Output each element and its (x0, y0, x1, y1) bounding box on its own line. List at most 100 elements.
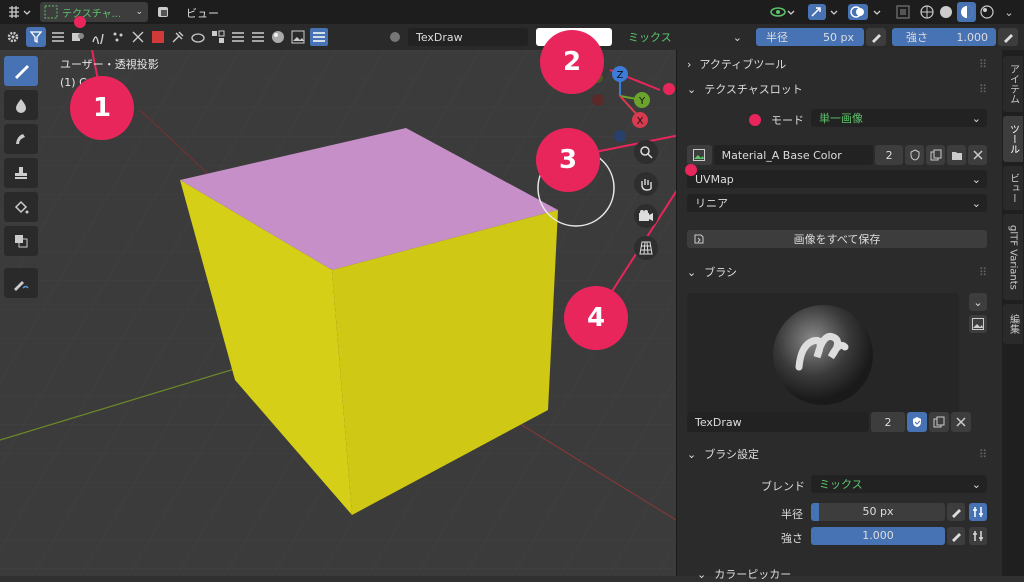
image-browse-icon[interactable] (687, 145, 712, 165)
mask-tool-icon[interactable] (4, 226, 38, 256)
marker-badge-2: 2 (540, 30, 604, 94)
image-users-count[interactable]: 2 (874, 145, 904, 165)
radius-unit-icon[interactable] (969, 503, 987, 521)
brush-image-icon[interactable] (969, 315, 987, 333)
fake-user-shield-icon[interactable] (905, 145, 925, 165)
tab-gltf-variants[interactable]: glTF Variants (1003, 214, 1023, 300)
camera-icon[interactable] (634, 204, 658, 228)
section-active-tool[interactable]: › アクティブツール ⠿ (687, 56, 987, 72)
editor-type-icon[interactable] (4, 3, 34, 21)
visibility-eye-icon[interactable] (768, 3, 798, 21)
filter-icon[interactable] (26, 27, 46, 47)
xray-toggle-icon[interactable] (894, 3, 912, 21)
stroke-icon[interactable] (90, 30, 106, 44)
strength-pen-icon[interactable] (947, 527, 965, 545)
overlay-toggle-icon[interactable] (846, 3, 886, 21)
brush-fake-user-shield-icon[interactable] (907, 412, 927, 432)
section-texture-slots[interactable]: ⌄ テクスチャスロット ⠿ (687, 81, 987, 97)
toggle-view-icon[interactable] (154, 3, 172, 21)
radius-pen-icon[interactable] (947, 503, 965, 521)
annotate-icon[interactable] (4, 268, 38, 298)
menu-lines-icon[interactable] (310, 28, 328, 46)
material-shading-icon[interactable] (957, 2, 977, 22)
clone-stamp-icon[interactable] (4, 158, 38, 188)
drag-handle-icon[interactable]: ⠿ (979, 448, 987, 461)
options-icon[interactable] (210, 30, 226, 44)
mode-dropdown[interactable]: 単一画像 ⌄ (811, 109, 987, 127)
mode-label: テクスチャ... (62, 8, 122, 20)
mode-dropdown[interactable]: テクスチャ... ⌄ (40, 2, 148, 22)
drag-handle-icon[interactable]: ⠿ (979, 266, 987, 279)
brush-close-icon[interactable] (951, 412, 971, 432)
tab-edit[interactable]: 編集 (1003, 304, 1023, 344)
brush-users-count[interactable]: 2 (871, 412, 905, 432)
uv-map-dropdown[interactable]: UVMap ⌄ (687, 170, 987, 188)
marker-dot-3 (749, 114, 761, 126)
brush-preview-chevron-icon[interactable]: ⌄ (969, 293, 987, 311)
shading-options-chevron-icon[interactable]: ⌄ (1000, 3, 1018, 21)
rendered-shading-icon[interactable] (978, 2, 996, 22)
close-icon[interactable] (968, 145, 987, 165)
tools-icon[interactable] (170, 30, 186, 44)
brush-name-field[interactable]: TexDraw (687, 412, 869, 432)
grid-perspective-icon[interactable] (634, 236, 658, 260)
gizmo-y-label: Y (638, 96, 646, 107)
color-swatch-icon[interactable] (150, 30, 166, 44)
gizmo-toggle-icon[interactable] (806, 3, 840, 21)
strength-pen-icon[interactable] (998, 28, 1018, 46)
interpolation-dropdown[interactable]: リニア ⌄ (687, 194, 987, 212)
list-icon[interactable] (50, 31, 66, 43)
brush-preview-icon[interactable] (384, 28, 406, 46)
strength-unit-icon[interactable] (969, 527, 987, 545)
brush-name-field[interactable]: TexDraw (408, 28, 528, 46)
draw-brush-icon[interactable] (4, 56, 38, 86)
left-toolbar (0, 50, 42, 310)
image-icon[interactable] (290, 30, 306, 44)
soften-drop-icon[interactable] (4, 90, 38, 120)
zoom-icon[interactable] (634, 140, 658, 164)
tab-tool[interactable]: ツール (1003, 116, 1023, 162)
tab-item[interactable]: アイテム (1003, 56, 1023, 112)
chevron-down-icon: ⌄ (687, 82, 697, 96)
brush-duplicate-icon[interactable] (929, 412, 949, 432)
strength-slider[interactable]: 1.000 (811, 527, 945, 545)
pressure-pen-icon[interactable] (866, 28, 886, 46)
smear-icon[interactable] (4, 124, 38, 154)
image-name-field[interactable]: Material_A Base Color (713, 145, 873, 165)
sphere-icon[interactable] (270, 30, 286, 44)
strength-slider[interactable]: 強さ 1.000 (892, 28, 996, 46)
brush-preview[interactable] (687, 293, 959, 413)
blend-dropdown[interactable]: ミックス ⌄ (620, 28, 748, 46)
texture-slots-header: テクスチャスロット (704, 83, 803, 96)
duplicate-icon[interactable] (926, 145, 946, 165)
cloud-icon[interactable] (190, 30, 206, 44)
fill-bucket-icon[interactable] (4, 192, 38, 222)
mode-value: 単一画像 (819, 112, 863, 125)
radius-label: 半径 (781, 508, 803, 521)
lines-alt-icon[interactable] (250, 31, 266, 43)
color-picker-header: カラーピッカー (714, 568, 792, 581)
drag-handle-icon[interactable]: ⠿ (979, 83, 987, 96)
falloff-icon[interactable] (110, 30, 126, 44)
tab-view[interactable]: ビュー (1003, 166, 1023, 210)
radius-slider[interactable]: 半径 50 px (756, 28, 864, 46)
cursor-icon[interactable] (130, 30, 146, 44)
section-brush[interactable]: ⌄ ブラシ ⠿ (687, 264, 987, 280)
wireframe-shading-icon[interactable] (918, 2, 936, 22)
chevron-down-icon: ⌄ (971, 477, 981, 491)
gear-icon[interactable] (4, 28, 22, 46)
folder-icon[interactable] (947, 145, 967, 165)
radius-slider[interactable]: 50 px (811, 503, 945, 521)
section-color-picker[interactable]: ⌄ カラーピッカー (697, 566, 987, 582)
view-menu[interactable]: ビュー (186, 5, 219, 21)
save-all-images-button[interactable]: 画像をすべて保存 (687, 230, 987, 248)
chevron-down-icon: ⌄ (135, 7, 143, 17)
mask-icon[interactable] (70, 30, 86, 44)
solid-shading-icon[interactable] (938, 2, 956, 22)
lines-icon[interactable] (230, 31, 246, 43)
blend-dropdown[interactable]: ミックス ⌄ (811, 475, 987, 493)
drag-handle-icon[interactable]: ⠿ (979, 58, 987, 71)
pan-hand-icon[interactable] (634, 172, 658, 196)
section-brush-settings[interactable]: ⌄ ブラシ設定 ⠿ (687, 446, 987, 462)
chevron-down-icon: ⌄ (732, 30, 742, 44)
